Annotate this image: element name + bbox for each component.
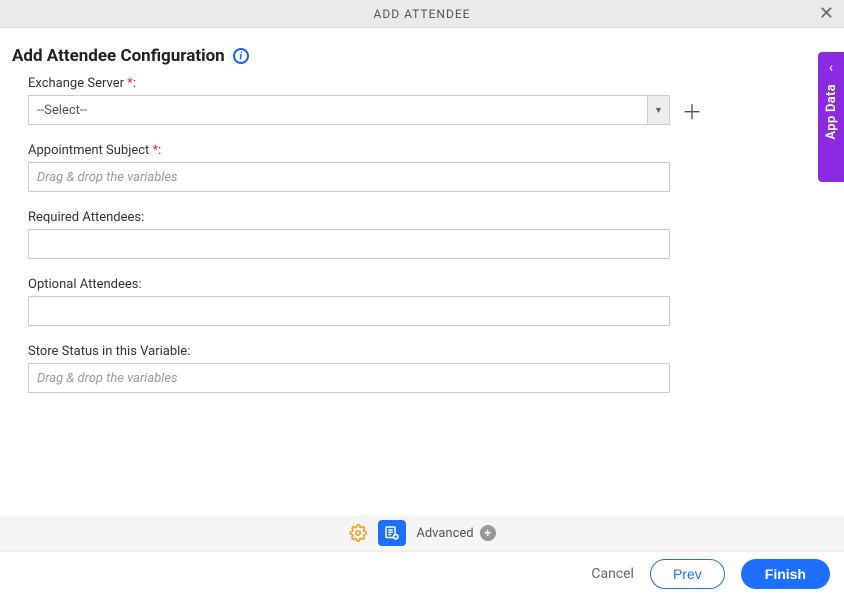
plus-circle-icon: + — [480, 525, 496, 541]
store-status-label: Store Status in this Variable: — [28, 344, 816, 359]
close-icon[interactable]: ✕ — [819, 5, 834, 23]
app-data-label: App Data — [824, 84, 839, 140]
required-mark: * — [149, 143, 158, 158]
required-mark: * — [124, 76, 133, 91]
prev-button[interactable]: Prev — [650, 559, 725, 589]
advanced-label: Advanced — [416, 526, 473, 541]
advanced-toggle[interactable]: Advanced + — [416, 525, 495, 541]
store-status-input[interactable] — [28, 363, 670, 393]
app-data-panel-tab[interactable]: ‹ App Data — [818, 52, 844, 182]
colon: : — [158, 143, 161, 158]
cancel-button[interactable]: Cancel — [591, 566, 634, 582]
appointment-subject-group: Appointment Subject *: — [28, 143, 816, 192]
required-attendees-group: Required Attendees: — [28, 210, 816, 259]
add-exchange-server-button[interactable]: ＋ — [682, 96, 702, 125]
exchange-server-select-row: --Select-- ▼ ＋ — [28, 95, 816, 125]
store-status-group: Store Status in this Variable: — [28, 344, 816, 393]
label-text: Appointment Subject — [28, 143, 149, 158]
appointment-subject-label: Appointment Subject *: — [28, 143, 816, 158]
optional-attendees-group: Optional Attendees: — [28, 277, 816, 326]
modal-title: ADD ATTENDEE — [374, 7, 471, 21]
form-area: Exchange Server *: --Select-- ▼ ＋ Appoin… — [0, 76, 844, 393]
optional-attendees-label: Optional Attendees: — [28, 277, 816, 292]
info-icon[interactable]: i — [233, 48, 249, 64]
appointment-subject-input[interactable] — [28, 162, 670, 192]
footer: Cancel Prev Finish — [0, 551, 844, 595]
exchange-server-select[interactable]: --Select-- ▼ — [28, 95, 670, 125]
chevron-down-icon: ▼ — [647, 96, 669, 124]
form-add-icon[interactable] — [378, 520, 406, 546]
modal-header: ADD ATTENDEE ✕ — [0, 0, 844, 28]
label-text: Exchange Server — [28, 76, 124, 91]
select-value: --Select-- — [29, 96, 647, 124]
colon: : — [133, 76, 136, 91]
toolbar: Advanced + — [0, 515, 844, 551]
exchange-server-group: Exchange Server *: --Select-- ▼ ＋ — [28, 76, 816, 125]
finish-button[interactable]: Finish — [741, 559, 830, 589]
gear-icon[interactable] — [348, 523, 368, 543]
required-attendees-label: Required Attendees: — [28, 210, 816, 225]
required-attendees-input[interactable] — [28, 229, 670, 259]
chevron-left-icon: ‹ — [829, 60, 833, 76]
page-title-row: Add Attendee Configuration i — [0, 28, 844, 76]
exchange-server-label: Exchange Server *: — [28, 76, 816, 91]
optional-attendees-input[interactable] — [28, 296, 670, 326]
page-title: Add Attendee Configuration — [12, 46, 225, 66]
